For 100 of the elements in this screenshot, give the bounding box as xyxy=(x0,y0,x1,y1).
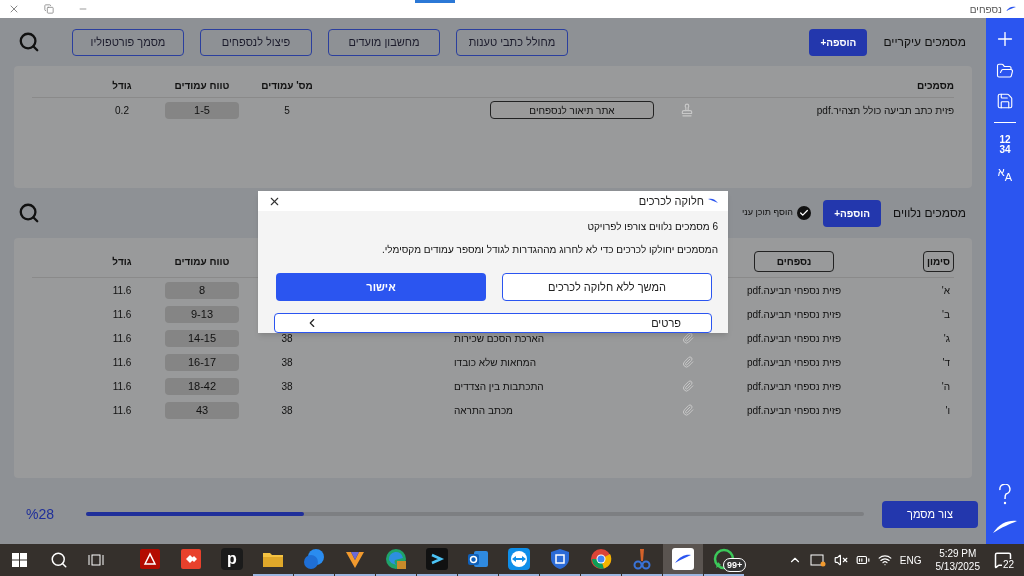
folder-app-icon[interactable] xyxy=(262,550,284,568)
language-indicator[interactable]: ENG xyxy=(899,552,922,568)
table-cell-text: 11.6 xyxy=(111,355,133,370)
folder-icon[interactable] xyxy=(996,62,1014,80)
table-cell-text: 0.2 xyxy=(114,103,130,118)
create-document-button[interactable]: צור מסמך xyxy=(882,500,978,528)
search-icon[interactable] xyxy=(50,551,68,569)
letter-app-icon[interactable]: p xyxy=(221,548,243,570)
paperclip-icon[interactable] xyxy=(682,356,694,368)
taskbar-app[interactable]: p xyxy=(212,544,252,576)
table-cell-text: 11.6 xyxy=(111,307,133,322)
search-icon[interactable] xyxy=(18,31,40,53)
task-view-icon[interactable] xyxy=(88,552,104,568)
column-header: נספחים xyxy=(754,251,834,272)
add-button[interactable]: הוספה+ xyxy=(809,28,868,56)
save-icon[interactable] xyxy=(996,92,1014,110)
feather-logo-icon xyxy=(708,197,718,205)
description-button[interactable]: אתר תיאור לנספחים xyxy=(490,101,654,119)
file-name: פזית נספחי תביעה.pdf xyxy=(745,403,843,418)
camera-icon[interactable] xyxy=(809,553,826,567)
details-toggle[interactable]: פרטים xyxy=(274,313,712,333)
table-cell-text: 38 xyxy=(280,331,294,346)
file-name: פזית נספחי תביעה.pdf xyxy=(745,283,843,298)
page-range: 18-42 xyxy=(165,377,239,395)
help-icon[interactable] xyxy=(998,484,1012,506)
chrome-app-icon[interactable] xyxy=(590,548,612,570)
confirm-button[interactable]: אישור xyxy=(276,273,486,301)
dark-app-icon[interactable] xyxy=(426,548,448,570)
check-icon xyxy=(799,208,810,218)
numbering-button[interactable]: 12 34 xyxy=(999,135,1011,155)
muted-speaker-icon[interactable] xyxy=(833,553,848,567)
section-title: מסמכים נלווים xyxy=(893,205,966,222)
page-range: 1-5 xyxy=(165,101,239,119)
battery-icon[interactable] xyxy=(855,553,870,567)
column-header: טווח עמודים xyxy=(173,79,231,93)
column-header: גודל xyxy=(111,79,133,93)
toolbar-button[interactable]: מחולל כתבי טענות xyxy=(456,28,568,56)
pdf-app-icon[interactable] xyxy=(140,549,160,569)
page-range: 8 xyxy=(165,281,239,299)
search-icon[interactable] xyxy=(18,202,40,224)
paperclip-icon[interactable] xyxy=(682,332,694,344)
column-header: מס' עמודים xyxy=(260,79,314,93)
page-range: 9-13 xyxy=(165,305,239,323)
mark-label: ד' xyxy=(941,355,951,370)
dialog-message: 6 מסמכים נלווים צורפו לפרויקט xyxy=(586,220,718,234)
wifi-icon[interactable] xyxy=(877,553,892,567)
paperclip-icon[interactable] xyxy=(682,380,694,392)
table-cell-text: 11.6 xyxy=(111,379,133,394)
mark-label: א' xyxy=(940,283,951,298)
arrows-app-icon[interactable] xyxy=(508,548,530,570)
paperclip-icon[interactable] xyxy=(682,404,694,416)
checkbox-label: הוסף תוכן עני xyxy=(741,206,794,220)
notification-count: 22 xyxy=(1002,559,1016,570)
column-header: מסמכים xyxy=(916,79,954,93)
shield-app-icon[interactable] xyxy=(549,548,571,570)
dialog-title: חלוקה לכרכים xyxy=(638,193,704,209)
notification-badge: 99+ xyxy=(723,558,747,572)
description-text: המחאות שלא כובדו xyxy=(453,355,537,370)
edge-app-icon[interactable] xyxy=(385,548,407,570)
description-text: מכתב התראה xyxy=(453,403,514,418)
progress-reading: %28 xyxy=(24,504,54,524)
table-cell-text: 38 xyxy=(280,403,294,418)
description-text: התכתבות בין הצדדים xyxy=(453,379,545,394)
checkbox[interactable] xyxy=(797,206,812,220)
mail-app-icon[interactable] xyxy=(467,548,489,570)
table-cell-text: 38 xyxy=(280,355,294,370)
table-cell-text: 11.6 xyxy=(111,403,133,418)
clock[interactable]: 5:29 PM 5/13/2025 xyxy=(935,547,980,573)
diamond-app-icon[interactable] xyxy=(181,549,201,569)
file-name: פזית נספחי תביעה.pdf xyxy=(745,355,843,370)
taskbar-app[interactable] xyxy=(663,544,703,576)
table-cell-text: 38 xyxy=(280,379,294,394)
page-range: 16-17 xyxy=(165,353,239,371)
table-cell-text: 5 xyxy=(283,103,291,118)
file-name: פזית נספחי תביעה.pdf xyxy=(745,307,843,322)
scissors-app-icon[interactable] xyxy=(631,548,653,570)
feather-app-icon[interactable] xyxy=(672,548,694,570)
table-cell-text: 11.6 xyxy=(111,331,133,346)
continue-button[interactable]: המשך ללא חלוקה לכרכים xyxy=(502,273,712,301)
mark-label: ו' xyxy=(944,403,951,418)
file-name: פזית כתב תביעה כולל תצהיר.pdf xyxy=(815,103,954,118)
toolbar-button[interactable]: פיצול לנספחים xyxy=(200,28,312,56)
window-title: נספחים xyxy=(969,2,1002,17)
file-name: פזית נספחי תביעה.pdf xyxy=(745,379,843,394)
section-title: מסמכים עיקריים xyxy=(883,34,966,51)
dialog-detail: המסמכים יחולקו לכרכים כדי לא לחרוג מההגדרות לגודל ומספר עמודים מקסימלי. xyxy=(380,243,718,257)
notifications-icon[interactable] xyxy=(994,551,1012,569)
column-header: טווח עמודים xyxy=(173,255,231,269)
file-name: פזית נספחי תביעה.pdf xyxy=(745,331,843,346)
mark-label: ג' xyxy=(942,331,951,346)
taskbar-app[interactable]: 99+ xyxy=(704,544,744,576)
restore-icon[interactable] xyxy=(44,4,54,14)
toolbar-button[interactable]: מחשבון מועדים xyxy=(328,28,440,56)
feather-icon[interactable] xyxy=(992,518,1018,534)
toolbar-button[interactable]: מסמך פורטפוליו xyxy=(72,28,184,56)
page-range: 43 xyxy=(165,401,239,419)
chat-bubble-app-icon[interactable] xyxy=(303,548,325,570)
mark-label: ה' xyxy=(940,379,951,394)
page-range: 14-15 xyxy=(165,329,239,347)
add-button[interactable]: הוספה+ xyxy=(823,199,882,227)
